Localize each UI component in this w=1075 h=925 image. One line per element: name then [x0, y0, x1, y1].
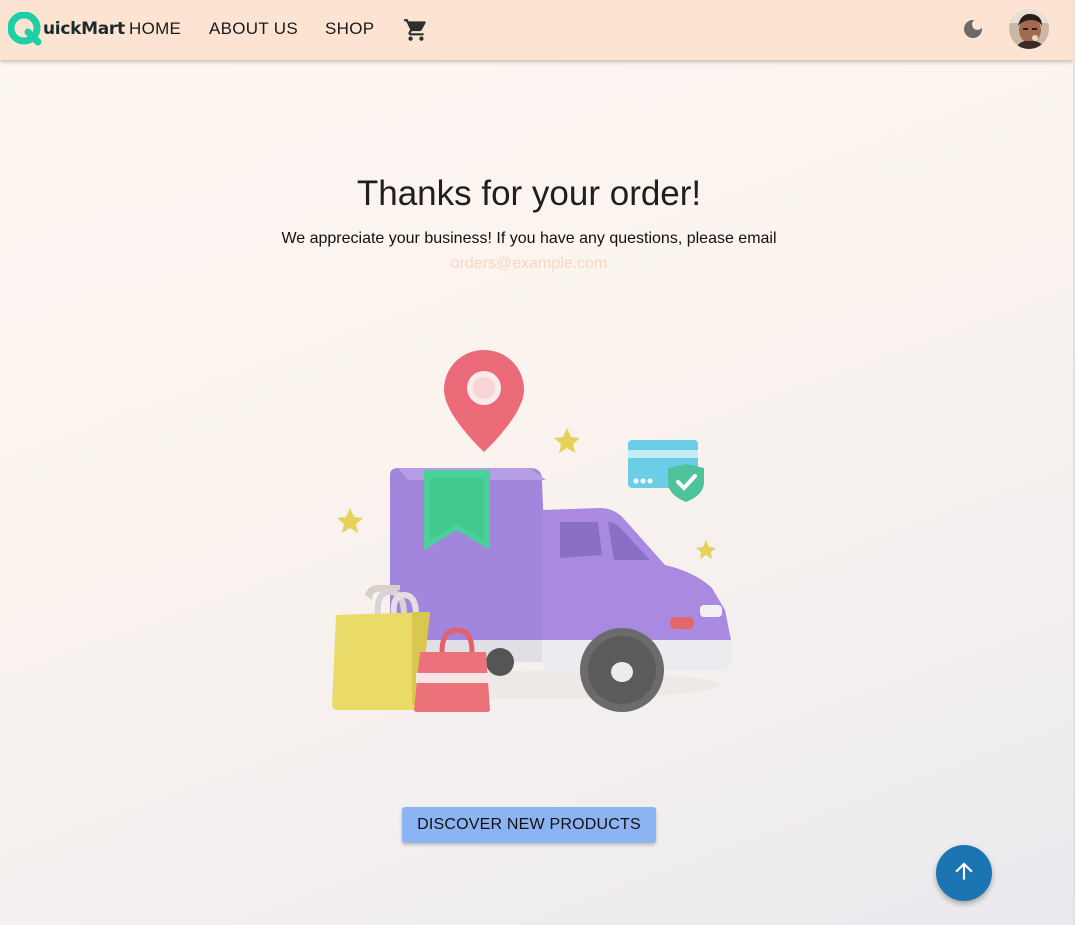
moon-icon[interactable]	[961, 17, 985, 41]
user-avatar[interactable]	[1009, 9, 1049, 49]
logo-q-icon	[7, 11, 42, 46]
support-email-link[interactable]: orders@example.com	[0, 255, 1058, 273]
delivery-truck-illustration	[320, 340, 740, 720]
shopping-cart-icon[interactable]	[403, 17, 429, 43]
page-title: Thanks for your order!	[356, 174, 702, 213]
shopping-bag-icon	[332, 585, 430, 710]
nav-home-link[interactable]: HOME	[129, 19, 181, 39]
thank-you-message: We appreciate your business! If you have…	[281, 230, 777, 247]
location-pin-icon	[444, 350, 524, 452]
arrow-up-icon	[951, 858, 977, 889]
top-navbar: uickMart HOME ABOUT US SHOP	[0, 0, 1073, 60]
scroll-to-top-button[interactable]	[936, 845, 992, 901]
brand-logo[interactable]: uickMart	[7, 11, 125, 46]
nav-shop-link[interactable]: SHOP	[325, 19, 374, 39]
brand-name: uickMart	[43, 19, 125, 39]
discover-new-products-button[interactable]: DISCOVER NEW PRODUCTS	[402, 807, 656, 843]
nav-about-link[interactable]: ABOUT US	[209, 19, 298, 39]
credit-card-icon	[628, 440, 704, 502]
